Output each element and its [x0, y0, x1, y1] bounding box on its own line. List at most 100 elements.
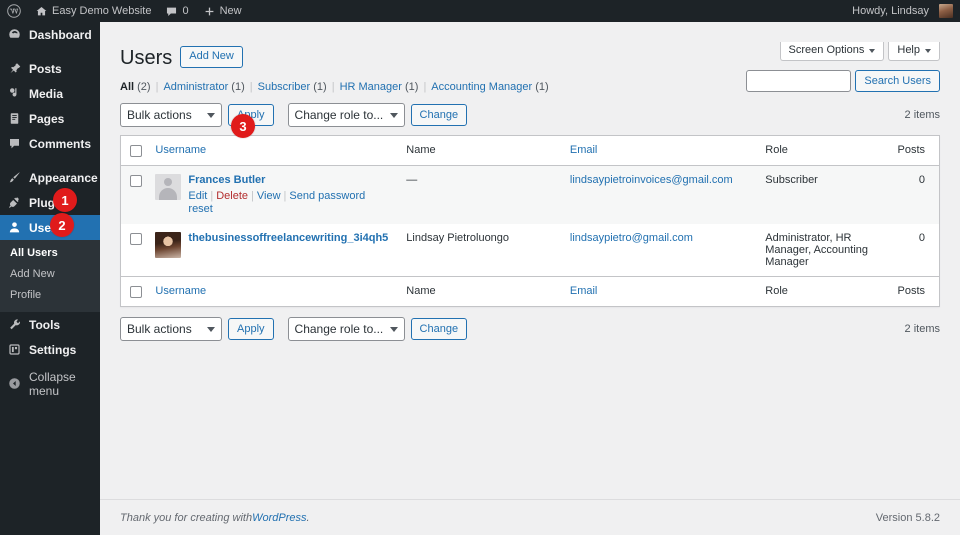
bulk-actions-select-bottom[interactable]: Bulk actions	[120, 317, 222, 341]
user-email-link[interactable]: lindsaypietro@gmail.com	[570, 232, 693, 244]
comment-bubble-icon	[167, 7, 177, 16]
help-button[interactable]: Help	[888, 42, 940, 61]
sidebar-item-label: Dashboard	[29, 27, 92, 42]
submenu-item-add-new[interactable]: Add New	[0, 264, 100, 285]
table-row: Frances Butler Edit | Delete | View | Send pas…	[120, 165, 940, 224]
column-header-posts[interactable]: Posts	[885, 135, 940, 166]
my-account-menu[interactable]: Howdy, Lindsay	[845, 0, 960, 22]
row-action-edit[interactable]: Edit	[188, 190, 207, 202]
select-all-header-top[interactable]	[120, 135, 146, 166]
filter-administrator-link[interactable]: Administrator	[163, 81, 228, 93]
select-all-checkbox-bottom[interactable]	[130, 286, 142, 298]
footer-thanks-suffix: .	[306, 511, 310, 524]
submenu-item-all-users[interactable]: All Users	[0, 243, 100, 264]
wordpress-link[interactable]: WordPress	[252, 512, 306, 524]
row-action-view[interactable]: View	[257, 190, 281, 202]
row-select-cell[interactable]	[121, 224, 146, 277]
filter-separator: |	[249, 81, 253, 93]
admin-sidebar: Dashboard Posts Media Pages Comments App…	[0, 22, 107, 535]
filter-subscriber-link[interactable]: Subscriber	[258, 81, 311, 93]
filter-accounting-manager-link[interactable]: Accounting Manager	[431, 81, 532, 93]
sidebar-item-media[interactable]: Media	[0, 81, 100, 106]
annotation-badge-3: 3	[231, 114, 255, 138]
column-header-email[interactable]: Email	[559, 135, 756, 166]
sidebar-item-posts[interactable]: Posts	[0, 56, 100, 81]
row-action-delete[interactable]: Delete	[216, 190, 248, 202]
column-header-name[interactable]: Name	[396, 135, 560, 166]
row-checkbox[interactable]	[130, 175, 142, 187]
change-role-select-top[interactable]: Change role to...	[287, 103, 405, 127]
column-header-username[interactable]: Username	[145, 135, 397, 166]
plus-icon	[205, 7, 213, 15]
change-role-button-bottom[interactable]: Change	[410, 318, 468, 340]
submenu-item-profile[interactable]: Profile	[0, 285, 100, 306]
user-link[interactable]: Frances Butler	[188, 174, 265, 186]
bulk-actions-select-top[interactable]: Bulk actions	[120, 103, 222, 127]
column-header-role[interactable]: Role	[755, 135, 886, 166]
filter-subscriber[interactable]: Subscriber (1)	[258, 81, 327, 93]
row-email-cell: lindsaypietro@gmail.com	[560, 224, 755, 277]
row-email-cell: lindsaypietroinvoices@gmail.com	[559, 165, 756, 224]
users-table-body: Frances Butler Edit | Delete | View | Send pas…	[120, 165, 940, 277]
filter-all[interactable]: All (2)	[120, 81, 151, 93]
filter-accounting-manager[interactable]: Accounting Manager (1)	[431, 81, 548, 93]
filter-administrator[interactable]: Administrator (1)	[163, 81, 244, 93]
sidebar-item-plugins[interactable]: Plugins	[0, 190, 100, 215]
column-footer-posts[interactable]: Posts	[885, 276, 940, 307]
sidebar-item-label: Pages	[29, 111, 65, 126]
column-footer-role[interactable]: Role	[755, 276, 886, 307]
sidebar-item-dashboard[interactable]: Dashboard	[0, 22, 100, 47]
filter-hr-manager-link[interactable]: HR Manager	[340, 81, 402, 93]
sidebar-item-pages[interactable]: Pages	[0, 106, 100, 131]
row-role-cell: Administrator, HR Manager, Accounting Ma…	[765, 232, 869, 268]
change-role-select-bottom[interactable]: Change role to...	[287, 317, 405, 341]
sidebar-item-label: Tools	[29, 317, 61, 332]
table-row: thebusinessoffreelancewriting_3i4qh5 Lin…	[121, 224, 940, 277]
row-role-cell: Subscriber	[755, 165, 886, 224]
add-new-user-button[interactable]: Add New	[180, 45, 243, 69]
user-email-link[interactable]: lindsaypietroinvoices@gmail.com	[570, 174, 733, 186]
sidebar-item-appearance[interactable]: Appearance	[0, 165, 100, 190]
column-footer-name[interactable]: Name	[396, 276, 560, 307]
change-role-button-top[interactable]: Change	[410, 104, 468, 126]
sidebar-item-settings[interactable]: Settings	[0, 337, 100, 362]
filter-hr-manager[interactable]: HR Manager (1)	[340, 81, 419, 93]
search-input[interactable]	[746, 70, 852, 92]
chevron-down-icon	[925, 48, 931, 53]
wp-logo-menu[interactable]	[0, 0, 28, 22]
home-icon	[36, 6, 47, 15]
change-role-select-bottom-wrap: Change role to...	[287, 317, 405, 341]
sidebar-item-label: Settings	[29, 342, 77, 357]
settings-icon	[9, 344, 20, 355]
sidebar-divider	[0, 156, 100, 165]
sidebar-item-label: Collapse menu	[29, 369, 76, 398]
column-footer-username[interactable]: Username	[145, 276, 397, 307]
search-users-button[interactable]: Search Users	[855, 70, 940, 92]
column-footer-email[interactable]: Email	[559, 276, 756, 307]
apply-bulk-action-button-bottom[interactable]: Apply	[228, 318, 274, 340]
bulk-actions-select-top-wrap: Bulk actions	[120, 103, 222, 127]
search-users-form: Search Users	[746, 70, 940, 92]
tablenav-bottom: Bulk actions Apply Change role to... Cha…	[120, 317, 940, 341]
change-role-select-top-wrap: Change role to...	[287, 103, 405, 127]
site-name-menu[interactable]: Easy Demo Website	[28, 0, 158, 22]
filter-hr-manager-count: (1)	[404, 81, 419, 93]
select-all-header-bottom[interactable]	[120, 276, 146, 307]
comments-menu[interactable]: 0	[158, 0, 195, 22]
screen-options-label: Screen Options	[788, 44, 865, 56]
row-checkbox[interactable]	[130, 233, 142, 245]
filter-administrator-count: (1)	[231, 81, 245, 93]
screen-options-button[interactable]: Screen Options	[779, 42, 885, 61]
sidebar-item-comments[interactable]: Comments	[0, 131, 100, 156]
user-link[interactable]: thebusinessoffreelancewriting_3i4qh5	[188, 232, 388, 258]
sidebar-item-label: Media	[29, 86, 64, 101]
filter-subscriber-count: (1)	[313, 81, 327, 93]
wrench-icon	[10, 319, 20, 330]
filter-all-link[interactable]: All	[120, 81, 134, 93]
sidebar-item-collapse-menu[interactable]: Collapse menu	[0, 369, 100, 398]
comment-icon	[10, 139, 19, 149]
sidebar-item-tools[interactable]: Tools	[0, 312, 100, 337]
row-select-cell[interactable]	[120, 165, 146, 224]
new-content-menu[interactable]: New	[196, 0, 249, 22]
select-all-checkbox-top[interactable]	[130, 145, 142, 157]
